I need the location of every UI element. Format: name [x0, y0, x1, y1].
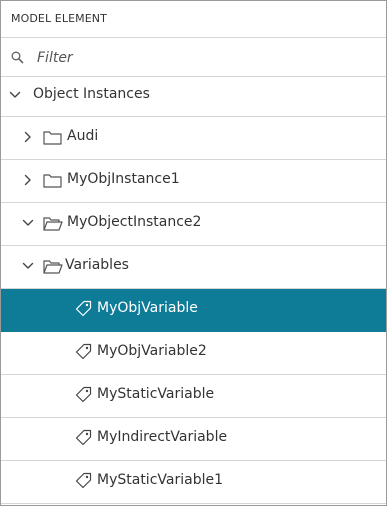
tree-item-label: Variables: [65, 257, 129, 273]
tree-item-myobjectinstance2[interactable]: MyObjectInstance2: [1, 203, 386, 246]
tree-item-label: MyObjInstance1: [67, 171, 180, 187]
tree-item-label: Audi: [67, 128, 99, 144]
tree-item-mystaticvariable1[interactable]: MyStaticVariable1: [1, 461, 386, 504]
tree-item-myindirectvariable[interactable]: MyIndirectVariable: [1, 418, 386, 461]
tag-icon: [75, 472, 92, 489]
panel-title: MODEL ELEMENT: [11, 12, 107, 25]
chevron-right-icon[interactable]: [22, 131, 34, 143]
chevron-down-icon[interactable]: [9, 89, 21, 101]
chevron-down-icon[interactable]: [22, 260, 34, 272]
chevron-down-icon[interactable]: [22, 217, 34, 229]
tree-item-label: MyStaticVariable1: [97, 472, 223, 488]
tree-item-label: Object Instances: [33, 86, 150, 102]
object-tree: Object Instances Audi MyObjInstance1 MyObje…: [1, 77, 386, 504]
tree-item-label: MyStaticVariable: [97, 386, 215, 402]
tag-icon: [75, 429, 92, 446]
chevron-right-icon[interactable]: [22, 174, 34, 186]
tree-item-variables[interactable]: Variables: [1, 246, 386, 289]
tag-icon: [75, 386, 92, 403]
tree-item-label: MyObjVariable2: [97, 343, 207, 359]
filter-input[interactable]: [31, 47, 377, 69]
tree-item-label: MyIndirectVariable: [97, 429, 228, 445]
filter-bar: [1, 38, 386, 77]
folder-icon: [43, 131, 62, 145]
folder-open-icon: [43, 260, 63, 274]
search-icon: [11, 51, 24, 64]
tree-item-audi[interactable]: Audi: [1, 117, 386, 160]
tree-item-label: MyObjectInstance2: [67, 214, 202, 230]
tree-item-myobjvariable2[interactable]: MyObjVariable2: [1, 332, 386, 375]
model-element-panel: MODEL ELEMENT Object Instances Audi MyObjI…: [0, 0, 387, 506]
tree-item-label: MyObjVariable: [97, 300, 198, 316]
tree-item-myobjinstance1[interactable]: MyObjInstance1: [1, 160, 386, 203]
folder-open-icon: [43, 217, 63, 231]
tree-item-myobjvariable[interactable]: MyObjVariable: [1, 289, 386, 332]
tag-icon: [75, 343, 92, 360]
panel-header: MODEL ELEMENT: [1, 1, 386, 38]
folder-icon: [43, 174, 62, 188]
tree-item-object-instances[interactable]: Object Instances: [1, 77, 386, 117]
tree-item-mystaticvariable[interactable]: MyStaticVariable: [1, 375, 386, 418]
tag-icon: [75, 300, 92, 317]
